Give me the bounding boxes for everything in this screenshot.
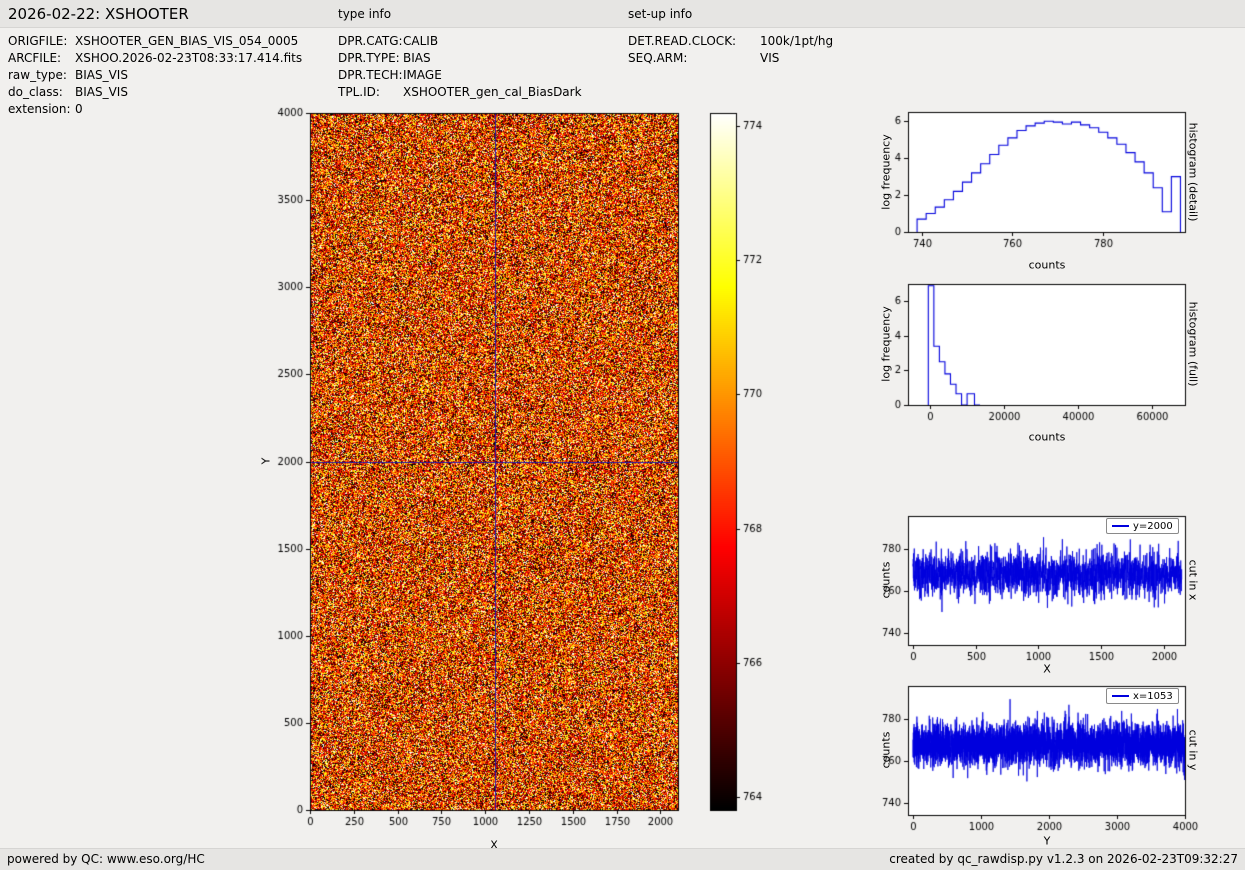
meta-value: CALIB [403, 34, 438, 48]
meta-value: IMAGE [403, 68, 442, 82]
cut-in-y-legend: x=1053 [1106, 688, 1179, 704]
histogram-detail-canvas [862, 100, 1206, 280]
type-info-block: DPR.CATG:CALIB DPR.TYPE:BIAS DPR.TECH:IM… [338, 33, 582, 101]
footer-created-by: created by qc_rawdisp.py v1.2.3 on 2026-… [889, 852, 1238, 866]
meta-label: DPR.TECH: [338, 67, 403, 84]
bias-image-plot [262, 100, 698, 866]
meta-label: SEQ.ARM: [628, 50, 760, 67]
legend-line-sample [1112, 695, 1129, 697]
colorbar-canvas [705, 100, 777, 866]
meta-label: TPL.ID: [338, 84, 403, 101]
meta-label: ORIGFILE: [8, 33, 75, 50]
meta-value: BIAS [403, 51, 431, 65]
meta-row-dpr-type: DPR.TYPE:BIAS [338, 50, 582, 67]
header-bar: 2026-02-22: XSHOOTER type info set-up in… [0, 0, 1245, 28]
meta-row-do-class: do_class:BIAS_VIS [8, 84, 302, 101]
meta-row-origfile: ORIGFILE:XSHOOTER_GEN_BIAS_VIS_054_0005 [8, 33, 302, 50]
meta-value: BIAS_VIS [75, 85, 128, 99]
file-info-block: ORIGFILE:XSHOOTER_GEN_BIAS_VIS_054_0005 … [8, 33, 302, 118]
type-info-header: type info [338, 7, 391, 21]
meta-row-read-clock: DET.READ.CLOCK:100k/1pt/hg [628, 33, 833, 50]
histogram-detail-side-label: histogram (detail) [1187, 123, 1200, 222]
meta-row-seq-arm: SEQ.ARM:VIS [628, 50, 833, 67]
histogram-detail-xlabel: counts [1029, 259, 1066, 272]
meta-value: 100k/1pt/hg [760, 34, 833, 48]
histogram-full-xlabel: counts [1029, 431, 1066, 444]
bias-ylabel: Y [260, 458, 273, 465]
meta-row-raw-type: raw_type:BIAS_VIS [8, 67, 302, 84]
histogram-full-plot [862, 272, 1206, 452]
meta-label: do_class: [8, 84, 75, 101]
histogram-full-canvas [862, 272, 1206, 452]
setup-info-header: set-up info [628, 7, 692, 21]
meta-row-extension: extension:0 [8, 101, 302, 118]
legend-line-sample [1112, 525, 1129, 527]
cut-in-y-ylabel: counts [880, 732, 893, 769]
meta-label: raw_type: [8, 67, 75, 84]
legend-label: y=2000 [1133, 521, 1173, 532]
meta-label: DPR.CATG: [338, 33, 403, 50]
cut-in-y-xlabel: Y [1044, 835, 1051, 848]
footer-qc-link: powered by QC: www.eso.org/HC [7, 852, 205, 866]
cut-in-x-ylabel: counts [880, 562, 893, 599]
meta-label: ARCFILE: [8, 50, 75, 67]
meta-value: VIS [760, 51, 779, 65]
meta-label: DET.READ.CLOCK: [628, 33, 760, 50]
meta-value: BIAS_VIS [75, 68, 128, 82]
colorbar [705, 100, 777, 866]
cut-in-y-side-label: cut in y [1187, 730, 1200, 771]
bias-image-canvas [262, 100, 698, 866]
histogram-detail-ylabel: log frequency [880, 134, 893, 209]
page-title: 2026-02-22: XSHOOTER [8, 5, 189, 23]
meta-row-arcfile: ARCFILE:XSHOO.2026-02-23T08:33:17.414.fi… [8, 50, 302, 67]
histogram-full-side-label: histogram (full) [1187, 302, 1200, 387]
legend-label: x=1053 [1133, 691, 1173, 702]
footer-bar: powered by QC: www.eso.org/HC created by… [0, 848, 1245, 870]
meta-value: 0 [75, 102, 83, 116]
cut-in-x-legend: y=2000 [1106, 518, 1179, 534]
meta-row-dpr-catg: DPR.CATG:CALIB [338, 33, 582, 50]
meta-label: extension: [8, 101, 75, 118]
setup-info-block: DET.READ.CLOCK:100k/1pt/hg SEQ.ARM:VIS [628, 33, 833, 67]
meta-row-dpr-tech: DPR.TECH:IMAGE [338, 67, 582, 84]
meta-label: DPR.TYPE: [338, 50, 403, 67]
meta-value: XSHOO.2026-02-23T08:33:17.414.fits [75, 51, 302, 65]
meta-value: XSHOOTER_GEN_BIAS_VIS_054_0005 [75, 34, 298, 48]
meta-row-tpl-id: TPL.ID:XSHOOTER_gen_cal_BiasDark [338, 84, 582, 101]
meta-value: XSHOOTER_gen_cal_BiasDark [403, 85, 582, 99]
histogram-detail-plot [862, 100, 1206, 280]
cut-in-x-side-label: cut in x [1187, 560, 1200, 601]
histogram-full-ylabel: log frequency [880, 306, 893, 381]
